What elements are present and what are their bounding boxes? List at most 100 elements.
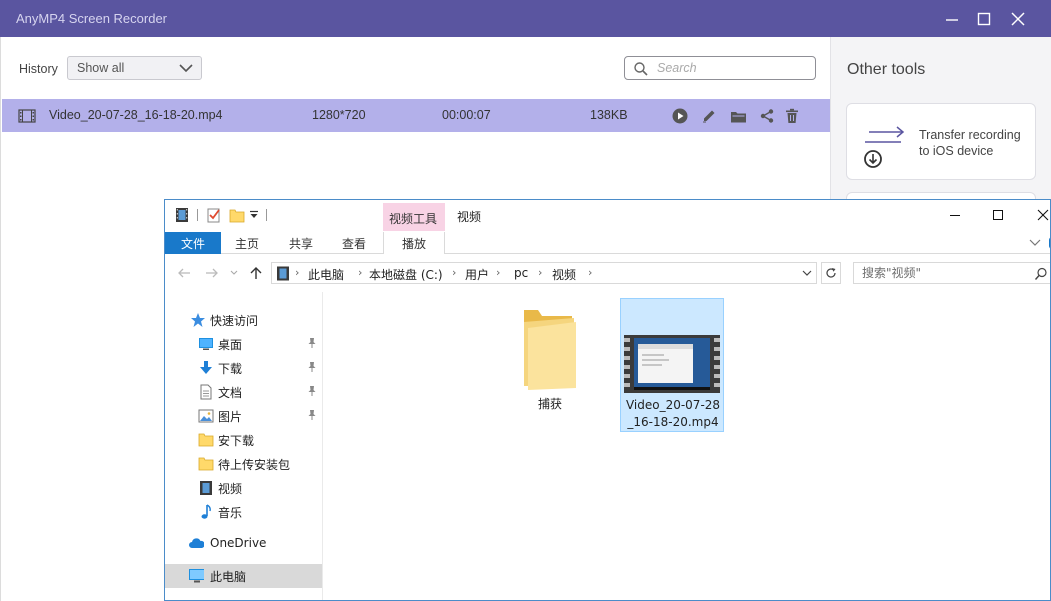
nav-item-label: 安下载 — [218, 434, 255, 448]
qat-separator — [266, 209, 267, 221]
pin-icon[interactable] — [307, 409, 317, 421]
breadcrumb-local-disk[interactable]: 本地磁盘 (C:) — [369, 266, 443, 283]
folder-icon — [198, 433, 214, 447]
delete-button[interactable] — [782, 106, 802, 126]
video-icon — [200, 481, 212, 495]
back-button[interactable] — [177, 266, 191, 280]
recent-locations-button[interactable] — [229, 266, 239, 280]
explorer-minimize-button[interactable] — [941, 204, 969, 226]
refresh-icon — [826, 268, 836, 278]
explorer-titlebar: 视频工具 视频 — [165, 200, 1050, 232]
history-filter-dropdown[interactable]: Show all — [67, 56, 202, 80]
video-folder-icon — [176, 208, 188, 222]
customize-qat-icon[interactable] — [249, 210, 265, 226]
nav-item-label: 桌面 — [218, 338, 243, 352]
history-filter-value: Show all — [77, 61, 125, 75]
breadcrumb-separator: › — [496, 266, 501, 279]
share-button[interactable] — [757, 106, 777, 126]
nav-item-documents[interactable]: 文档 — [165, 380, 322, 404]
maximize-button[interactable] — [971, 6, 997, 32]
nav-item-label: 待上传安装包 — [218, 458, 291, 472]
chevron-down-icon — [179, 64, 193, 73]
arrow-up-icon — [250, 267, 262, 279]
nav-item-an-downloads[interactable]: 安下载 — [165, 428, 322, 452]
recorder-titlebar: AnyMP4 Screen Recorder — [0, 0, 1051, 37]
edit-icon — [703, 110, 715, 123]
open-folder-button[interactable] — [728, 106, 748, 126]
nav-item-desktop[interactable]: 桌面 — [165, 332, 322, 356]
nav-this-pc[interactable]: 此电脑 — [165, 564, 322, 588]
file-item-video[interactable]: Video_20-07-28 _16-18-20.mp4 — [620, 298, 724, 432]
tab-view[interactable]: 查看 — [332, 232, 376, 254]
search-input[interactable] — [657, 60, 807, 76]
tab-play[interactable]: 播放 — [383, 232, 445, 254]
pin-icon[interactable] — [307, 385, 317, 397]
nav-item-downloads[interactable]: 下载 — [165, 356, 322, 380]
nav-item-videos[interactable]: 视频 — [165, 476, 322, 500]
folder-item-capture[interactable]: 捕获 — [498, 298, 602, 432]
search-icon — [1034, 267, 1047, 280]
close-button[interactable] — [1005, 6, 1031, 32]
nav-quick-access-label: 快速访问 — [210, 314, 259, 328]
play-button[interactable] — [670, 106, 690, 126]
pin-icon[interactable] — [307, 337, 317, 349]
qat-separator — [197, 209, 198, 221]
edit-button[interactable] — [699, 106, 719, 126]
pin-icon[interactable] — [307, 361, 317, 373]
document-icon — [200, 384, 212, 400]
file-list: 捕获 Video_20-07-28 _16-18-20.mp4 — [324, 292, 1050, 600]
nav-quick-access[interactable]: 快速访问 — [165, 308, 322, 332]
recording-row[interactable]: Video_20-07-28_16-18-20.mp4 1280*720 00:… — [2, 99, 831, 132]
address-history-icon[interactable] — [802, 270, 812, 277]
star-icon — [191, 313, 205, 327]
play-icon — [672, 108, 688, 124]
breadcrumb-videos[interactable]: 视频 — [552, 266, 576, 283]
nav-item-label: 音乐 — [218, 506, 243, 520]
close-icon — [1011, 12, 1025, 26]
share-icon — [760, 109, 774, 123]
navigation-pane: 快速访问 桌面 下载 文档 图片 安下载 待上传安装包 视频 音乐 OneDri… — [165, 292, 323, 600]
nav-item-pictures[interactable]: 图片 — [165, 404, 322, 428]
nav-item-label: 文档 — [218, 386, 243, 400]
transfer-tool-label: Transfer recording to iOS device — [919, 128, 1021, 158]
download-icon — [200, 361, 212, 374]
explorer-close-button[interactable] — [1029, 204, 1050, 226]
cloud-icon — [189, 538, 204, 548]
transfer-ios-icon — [864, 126, 905, 168]
picture-icon — [198, 409, 214, 423]
forward-button[interactable] — [205, 266, 219, 280]
nav-item-music[interactable]: 音乐 — [165, 500, 322, 524]
tab-share[interactable]: 共享 — [279, 232, 323, 254]
explorer-maximize-button[interactable] — [984, 204, 1012, 226]
tab-file[interactable]: 文件 — [165, 232, 221, 254]
breadcrumb-this-pc[interactable]: 此电脑 — [308, 266, 344, 283]
video-tools-label: 视频工具 — [389, 212, 438, 226]
transfer-to-ios-card[interactable]: Transfer recording to iOS device — [846, 103, 1036, 180]
minimize-icon — [946, 19, 958, 21]
tab-home[interactable]: 主页 — [225, 232, 269, 254]
address-bar[interactable]: › 此电脑 › 本地磁盘 (C:) › 用户 › pc › 视频 › — [271, 262, 817, 284]
music-icon — [201, 504, 211, 519]
properties-icon[interactable] — [206, 207, 222, 223]
breadcrumb-pc[interactable]: pc — [514, 266, 528, 280]
arrow-right-icon — [206, 268, 218, 278]
explorer-search-input[interactable] — [862, 266, 1022, 280]
up-button[interactable] — [249, 266, 263, 280]
new-folder-icon[interactable] — [229, 207, 245, 223]
explorer-search-box[interactable] — [853, 262, 1050, 284]
ribbon-expand-icon[interactable] — [1029, 238, 1041, 248]
breadcrumb-separator: › — [538, 266, 543, 279]
nav-onedrive-label: OneDrive — [210, 536, 267, 550]
minimize-button[interactable] — [939, 6, 965, 32]
nav-onedrive[interactable]: OneDrive — [165, 532, 322, 556]
folder-icon — [524, 310, 576, 390]
refresh-button[interactable] — [821, 262, 841, 284]
nav-item-upload-packages[interactable]: 待上传安装包 — [165, 452, 322, 476]
video-tools-group: 视频工具 — [383, 203, 445, 231]
file-name: 捕获 — [537, 397, 562, 411]
app-title: AnyMP4 Screen Recorder — [16, 11, 168, 26]
recording-duration: 00:00:07 — [442, 108, 491, 122]
breadcrumb-users[interactable]: 用户 — [465, 266, 489, 283]
search-box[interactable] — [624, 56, 816, 80]
recording-size: 138KB — [590, 108, 628, 122]
